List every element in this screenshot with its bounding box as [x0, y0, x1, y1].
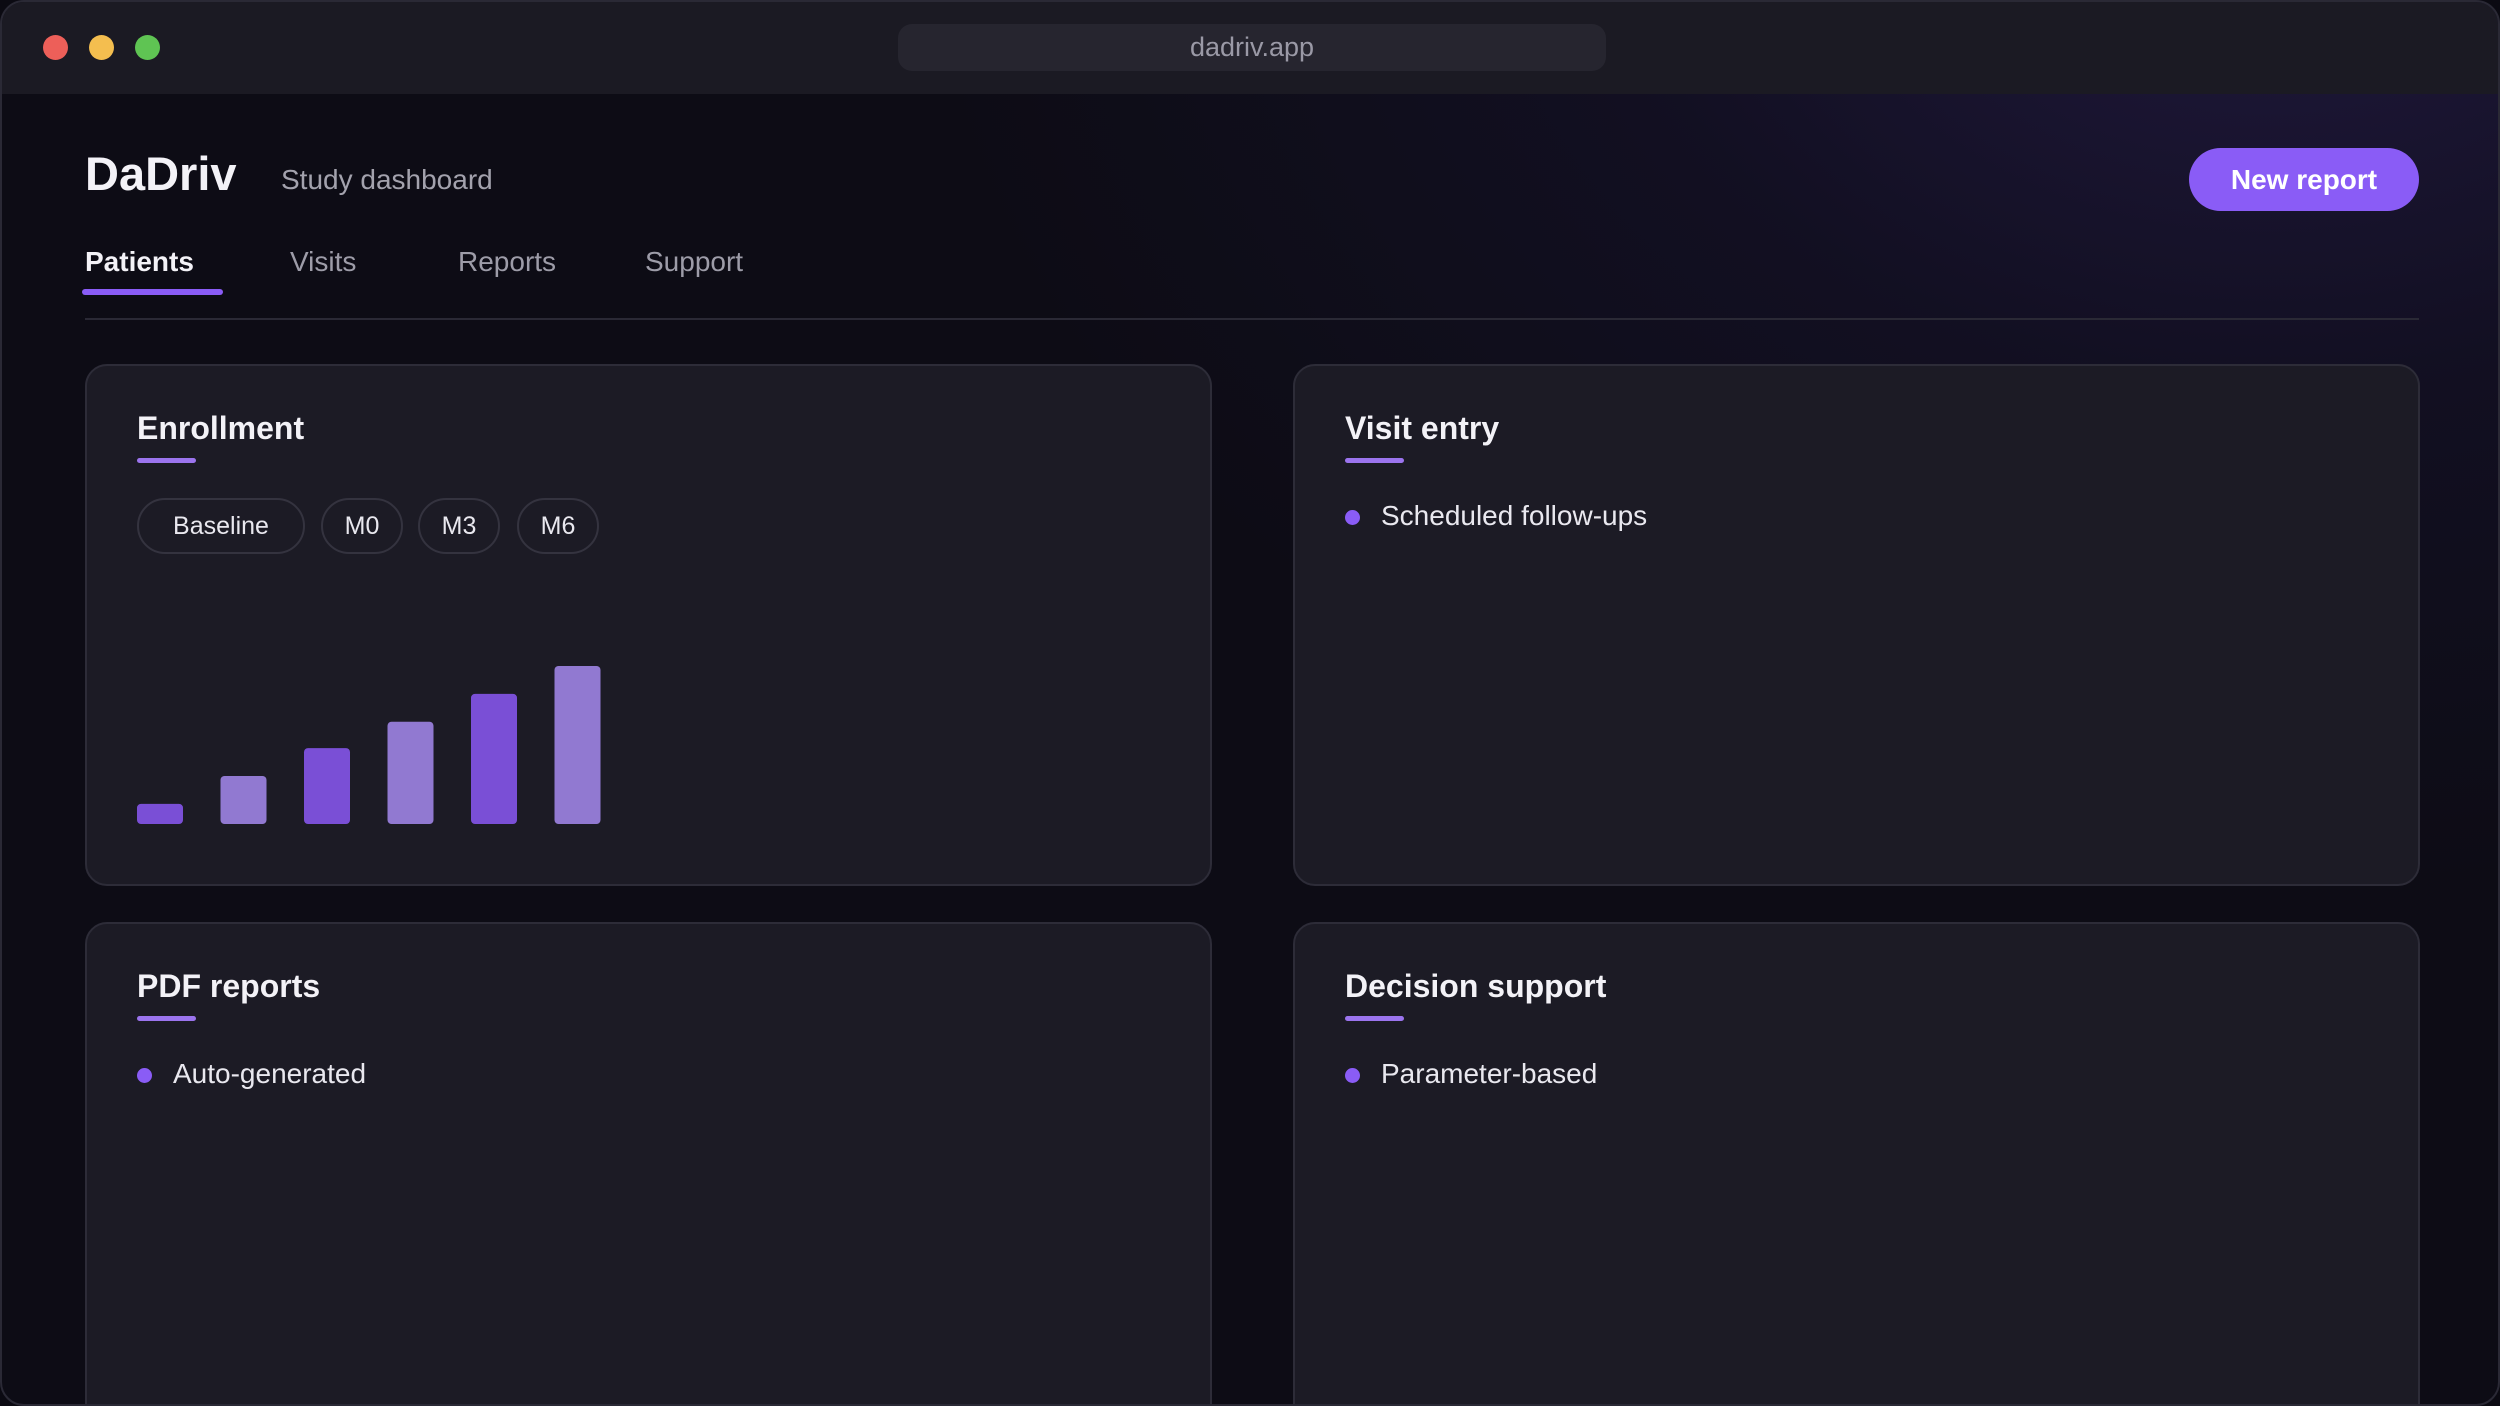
- chip-m3[interactable]: M3: [418, 498, 500, 554]
- active-tab-indicator: [82, 289, 223, 295]
- close-window-button[interactable]: [43, 35, 68, 60]
- chip-baseline[interactable]: Baseline: [137, 498, 305, 554]
- title-bar: dadriv.app: [2, 2, 2498, 94]
- enrollment-bar: [137, 803, 183, 824]
- chip-m6[interactable]: M6: [517, 498, 599, 554]
- list-item-label: Parameter-based: [1381, 1058, 1598, 1089]
- header-divider: [85, 318, 2419, 320]
- visit-entry-title-accent: [1345, 458, 1404, 463]
- enrollment-title-accent: [137, 458, 196, 463]
- chip-m0[interactable]: M0: [321, 498, 403, 554]
- bullet-icon: [137, 1068, 152, 1083]
- enrollment-bar: [554, 666, 601, 824]
- visit-entry-card: Visit entry Scheduled follow-ups: [1293, 364, 2420, 886]
- enrollment-bar: [304, 748, 350, 824]
- visit-entry-title: Visit entry: [1345, 410, 1500, 446]
- list-item-label: Auto-generated: [173, 1058, 367, 1089]
- tab-visits[interactable]: Visits: [290, 244, 356, 280]
- tab-support[interactable]: Support: [645, 244, 743, 280]
- bullet-icon: [1345, 1068, 1360, 1083]
- pdf-reports-card: PDF reports Auto-generated: [85, 922, 1212, 1404]
- enrollment-title: Enrollment: [137, 410, 305, 446]
- bullet-icon: [1345, 510, 1360, 525]
- list-item-label: Scheduled follow-ups: [1381, 500, 1648, 531]
- tab-reports[interactable]: Reports: [458, 244, 556, 280]
- browser-window: dadriv.app DaDriv Study dashboard New re…: [0, 0, 2500, 1406]
- enrollment-bar: [387, 721, 434, 824]
- decision-support-card: Decision support Parameter-based: [1293, 922, 2420, 1404]
- new-report-button[interactable]: New report: [2189, 148, 2419, 211]
- tab-patients[interactable]: Patients: [85, 244, 194, 280]
- enrollment-card: Enrollment Baseline M0 M3 M6: [85, 364, 1212, 886]
- decision-support-title-accent: [1345, 1016, 1404, 1021]
- page-subtitle: Study dashboard: [281, 164, 493, 195]
- pdf-reports-title-accent: [137, 1016, 196, 1021]
- address-bar[interactable]: dadriv.app: [898, 24, 1606, 71]
- minimize-window-button[interactable]: [89, 35, 114, 60]
- brand-logo: DaDriv: [85, 147, 237, 200]
- pdf-reports-title: PDF reports: [137, 968, 321, 1004]
- maximize-window-button[interactable]: [135, 35, 160, 60]
- decision-support-title: Decision support: [1345, 968, 1607, 1004]
- enrollment-bar: [220, 775, 267, 824]
- enrollment-bar: [471, 693, 517, 824]
